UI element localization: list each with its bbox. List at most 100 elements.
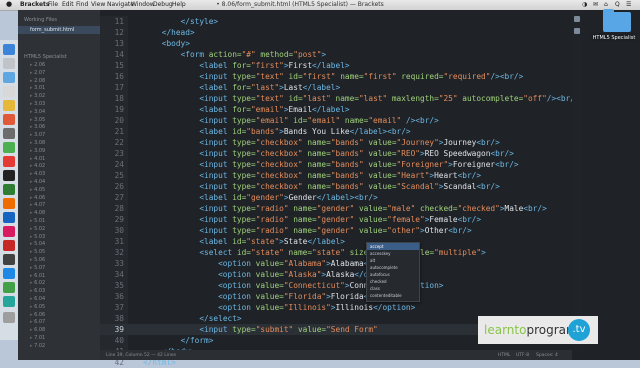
project-folder-item[interactable]: 3.02 bbox=[30, 93, 45, 99]
project-folder-item[interactable]: 4.05 bbox=[30, 187, 45, 193]
project-folder-item[interactable]: 6.01 bbox=[30, 273, 45, 279]
hint-item[interactable]: contenteditable bbox=[367, 292, 419, 299]
code-line[interactable]: 26 <input type="checkbox" name="bands" v… bbox=[100, 181, 572, 192]
acrobat-icon[interactable] bbox=[3, 240, 15, 251]
code-line[interactable]: 35 <option value="Connecticut">Connectic… bbox=[100, 280, 572, 291]
project-folder-item[interactable]: 5.04 bbox=[30, 241, 45, 247]
menu-view[interactable]: View bbox=[91, 1, 105, 8]
working-file-item[interactable]: form_submit.html bbox=[18, 26, 100, 34]
project-folder-item[interactable]: 4.06 bbox=[30, 195, 45, 201]
project-folder-item[interactable]: 6.03 bbox=[30, 288, 45, 294]
photoshop-icon[interactable] bbox=[3, 212, 15, 223]
settings-icon[interactable] bbox=[3, 128, 15, 139]
mail-app-icon[interactable] bbox=[3, 86, 15, 97]
menu-navigate[interactable]: Navigate bbox=[107, 1, 134, 8]
menu-window[interactable]: Window bbox=[131, 1, 155, 8]
hint-item[interactable]: autocomplete bbox=[367, 264, 419, 271]
project-folder-item[interactable]: 3.05 bbox=[30, 117, 45, 123]
project-folder-item[interactable]: 2.07 bbox=[30, 70, 45, 76]
project-folder-item[interactable]: 6.06 bbox=[30, 312, 45, 318]
app-menu[interactable]: Brackets bbox=[20, 1, 49, 8]
code-line[interactable]: 37 <option value="Illinois">Illinois</op… bbox=[100, 302, 572, 313]
code-line[interactable]: 36 <option value="Florida">Florida</opti… bbox=[100, 291, 572, 302]
hint-item[interactable]: class bbox=[367, 285, 419, 292]
messages-icon[interactable] bbox=[3, 142, 15, 153]
project-folder-item[interactable]: 4.04 bbox=[30, 179, 45, 185]
indesign-icon[interactable] bbox=[3, 226, 15, 237]
code-line[interactable]: 12 </head> bbox=[100, 27, 572, 38]
hint-item[interactable]: autofocus bbox=[367, 271, 419, 278]
project-folder-item[interactable]: 4.03 bbox=[30, 171, 45, 177]
project-folder-item[interactable]: 5.02 bbox=[30, 226, 45, 232]
project-folder-item[interactable]: 6.04 bbox=[30, 296, 45, 302]
project-folder-item[interactable]: 3.04 bbox=[30, 109, 45, 115]
app-icon-2[interactable] bbox=[3, 268, 15, 279]
project-folder-item[interactable]: 2.06 bbox=[30, 62, 45, 68]
code-line[interactable]: 19 <label for="email">Email</label> bbox=[100, 104, 572, 115]
code-line[interactable]: 33 <option value="Alabama">Alabama</opti… bbox=[100, 258, 572, 269]
code-line[interactable]: 29 <input type="radio" name="gender" val… bbox=[100, 214, 572, 225]
menu-edit[interactable]: Edit bbox=[62, 1, 74, 8]
trash-icon[interactable] bbox=[3, 312, 15, 323]
hint-item[interactable]: alt bbox=[367, 257, 419, 264]
code-line[interactable]: 22 <input type="checkbox" name="bands" v… bbox=[100, 137, 572, 148]
hint-item[interactable]: checked bbox=[367, 278, 419, 285]
app-icon-1[interactable] bbox=[3, 254, 15, 265]
menu-file[interactable]: File bbox=[48, 1, 58, 8]
code-line[interactable]: 24 <input type="checkbox" name="bands" v… bbox=[100, 159, 572, 170]
project-folder-item[interactable]: 7.02 bbox=[30, 343, 45, 349]
search-icon[interactable]: Q bbox=[615, 1, 620, 8]
code-line[interactable]: 15 <label for="first">First</label> bbox=[100, 60, 572, 71]
numbers-icon[interactable] bbox=[3, 184, 15, 195]
chrome-icon[interactable] bbox=[3, 100, 15, 111]
project-folder-item[interactable]: 6.08 bbox=[30, 327, 45, 333]
apple-menu-icon[interactable]: ● bbox=[6, 0, 12, 8]
project-folder-item[interactable]: 4.07 bbox=[30, 202, 45, 208]
terminal-icon[interactable] bbox=[3, 170, 15, 181]
project-folder-item[interactable]: 3.06 bbox=[30, 124, 45, 130]
calendar-icon[interactable] bbox=[3, 156, 15, 167]
indent-setting[interactable]: Spaces: 4 bbox=[536, 353, 558, 358]
notification-icon[interactable]: ☰ bbox=[626, 1, 631, 8]
hint-item[interactable]: accesskey bbox=[367, 250, 419, 257]
code-line[interactable]: 18 <input type="text" id="last" name="la… bbox=[100, 93, 580, 104]
project-folder-item[interactable]: 5.01 bbox=[30, 218, 45, 224]
app-icon-4[interactable] bbox=[3, 296, 15, 307]
project-folder-item[interactable]: 5.07 bbox=[30, 265, 45, 271]
illustrator-icon[interactable] bbox=[3, 198, 15, 209]
menu-debug[interactable]: Debug bbox=[153, 1, 173, 8]
code-line[interactable]: 23 <input type="checkbox" name="bands" v… bbox=[100, 148, 572, 159]
home-icon[interactable]: ⌂ bbox=[604, 1, 608, 8]
project-folder-item[interactable]: 4.02 bbox=[30, 163, 45, 169]
project-folder-item[interactable]: 6.07 bbox=[30, 319, 45, 325]
code-line[interactable]: 11 </style> bbox=[100, 16, 572, 27]
project-folder-item[interactable]: 4.08 bbox=[30, 210, 45, 216]
app-icon-3[interactable] bbox=[3, 282, 15, 293]
hint-item[interactable]: accept bbox=[367, 243, 419, 250]
code-line[interactable]: 21 <label id="bands">Bands You Like</lab… bbox=[100, 126, 572, 137]
project-folder-item[interactable]: 3.01 bbox=[30, 85, 45, 91]
firefox-icon[interactable] bbox=[3, 114, 15, 125]
code-line[interactable]: 28 <input type="radio" name="gender" val… bbox=[100, 203, 572, 214]
project-folder-item[interactable]: 6.05 bbox=[30, 304, 45, 310]
project-title[interactable]: HTML5 Specialist bbox=[24, 54, 67, 60]
code-line[interactable]: 14 <form action="#" method="post"> bbox=[100, 49, 572, 60]
folder-label[interactable]: HTML5 Specialist bbox=[588, 35, 640, 41]
menu-find[interactable]: Find bbox=[76, 1, 88, 8]
code-line[interactable]: 13 <body> bbox=[100, 38, 572, 49]
safari-icon[interactable] bbox=[3, 72, 15, 83]
project-folder-item[interactable]: 7.01 bbox=[30, 335, 45, 341]
code-line[interactable]: 27 <label id="gender">Gender</label><br/… bbox=[100, 192, 572, 203]
encoding[interactable]: UTF-8 bbox=[516, 353, 529, 358]
mail-icon[interactable]: ✉ bbox=[593, 1, 598, 8]
project-folder-item[interactable]: 2.08 bbox=[30, 78, 45, 84]
project-folder-item[interactable]: 4.01 bbox=[30, 156, 45, 162]
code-line[interactable]: 17 <label for="last">Last</label> bbox=[100, 82, 572, 93]
project-folder-item[interactable]: 5.03 bbox=[30, 234, 45, 240]
code-line[interactable]: 25 <input type="checkbox" name="bands" v… bbox=[100, 170, 572, 181]
language-mode[interactable]: HTML bbox=[498, 353, 511, 358]
folder-icon[interactable] bbox=[603, 9, 631, 32]
status-icon-1[interactable]: ◑ bbox=[582, 1, 587, 8]
code-line[interactable]: 30 <input type="radio" name="gender" val… bbox=[100, 225, 572, 236]
project-folder-item[interactable]: 3.07 bbox=[30, 132, 45, 138]
